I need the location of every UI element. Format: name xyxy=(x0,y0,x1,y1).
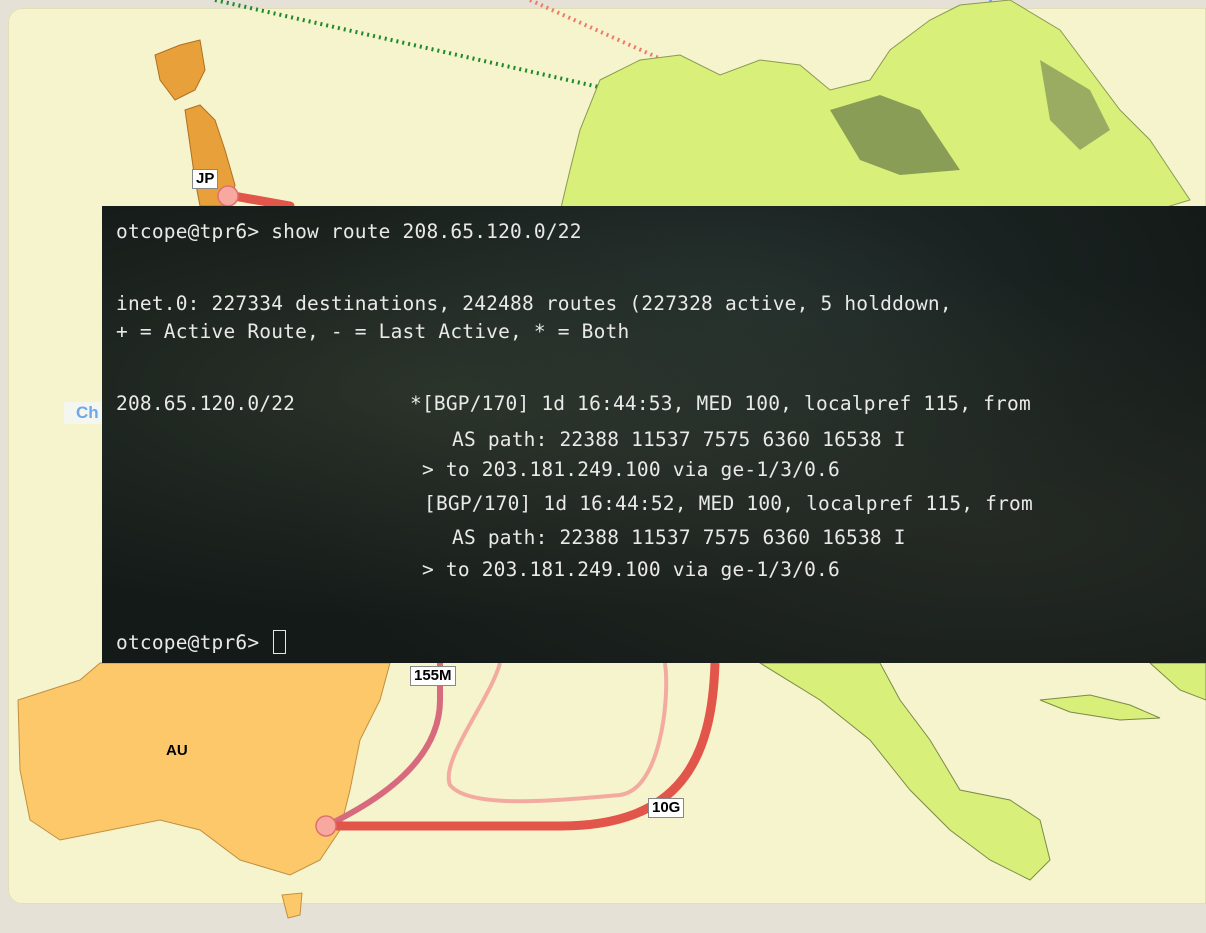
label-jp: JP xyxy=(192,169,219,189)
terminal-window[interactable]: otcope@tpr6> show route 208.65.120.0/22 … xyxy=(102,206,1206,663)
terminal-aspath-1: AS path: 22388 11537 7575 6360 16538 I xyxy=(452,428,906,451)
node-jp[interactable] xyxy=(217,185,239,207)
label-155m-link: 155M xyxy=(410,666,456,686)
terminal-nexthop-2: > to 203.181.249.100 via ge-1/3/0.6 xyxy=(422,558,840,581)
terminal-command-line: otcope@tpr6> show route 208.65.120.0/22 xyxy=(116,220,582,243)
node-au-sydney[interactable] xyxy=(315,815,337,837)
label-au: AU xyxy=(166,742,188,759)
landmass-central-america xyxy=(758,662,1051,881)
terminal-route-legend: + = Active Route, - = Last Active, * = B… xyxy=(116,320,630,343)
landmass-japan-hokkaido xyxy=(154,39,206,101)
terminal-cursor xyxy=(273,630,287,654)
terminal-route-entry-2: [BGP/170] 1d 16:44:52, MED 100, localpre… xyxy=(424,492,1033,515)
terminal-route-entry-1: *[BGP/170] 1d 16:44:53, MED 100, localpr… xyxy=(410,392,1031,415)
terminal-prompt-line[interactable]: otcope@tpr6> xyxy=(116,630,287,654)
terminal-aspath-2: AS path: 22388 11537 7575 6360 16538 I xyxy=(452,526,906,549)
terminal-route-summary: inet.0: 227334 destinations, 242488 rout… xyxy=(116,292,964,315)
terminal-route-prefix: 208.65.120.0/22 xyxy=(116,392,296,415)
screen: Ch JP AU 155M 10G otcope@tpr6> show rout… xyxy=(0,0,1206,933)
landmass-australia xyxy=(17,662,391,876)
terminal-nexthop-1: > to 203.181.249.100 via ge-1/3/0.6 xyxy=(422,458,840,481)
landmass-tasmania xyxy=(281,892,303,919)
terminal-prompt: otcope@tpr6> xyxy=(116,631,272,654)
link-light-pink-loop xyxy=(446,662,669,804)
landmass-mexico-upper xyxy=(1148,662,1206,701)
landmass-cuba xyxy=(1039,694,1161,721)
label-10g-link: 10G xyxy=(648,798,685,818)
